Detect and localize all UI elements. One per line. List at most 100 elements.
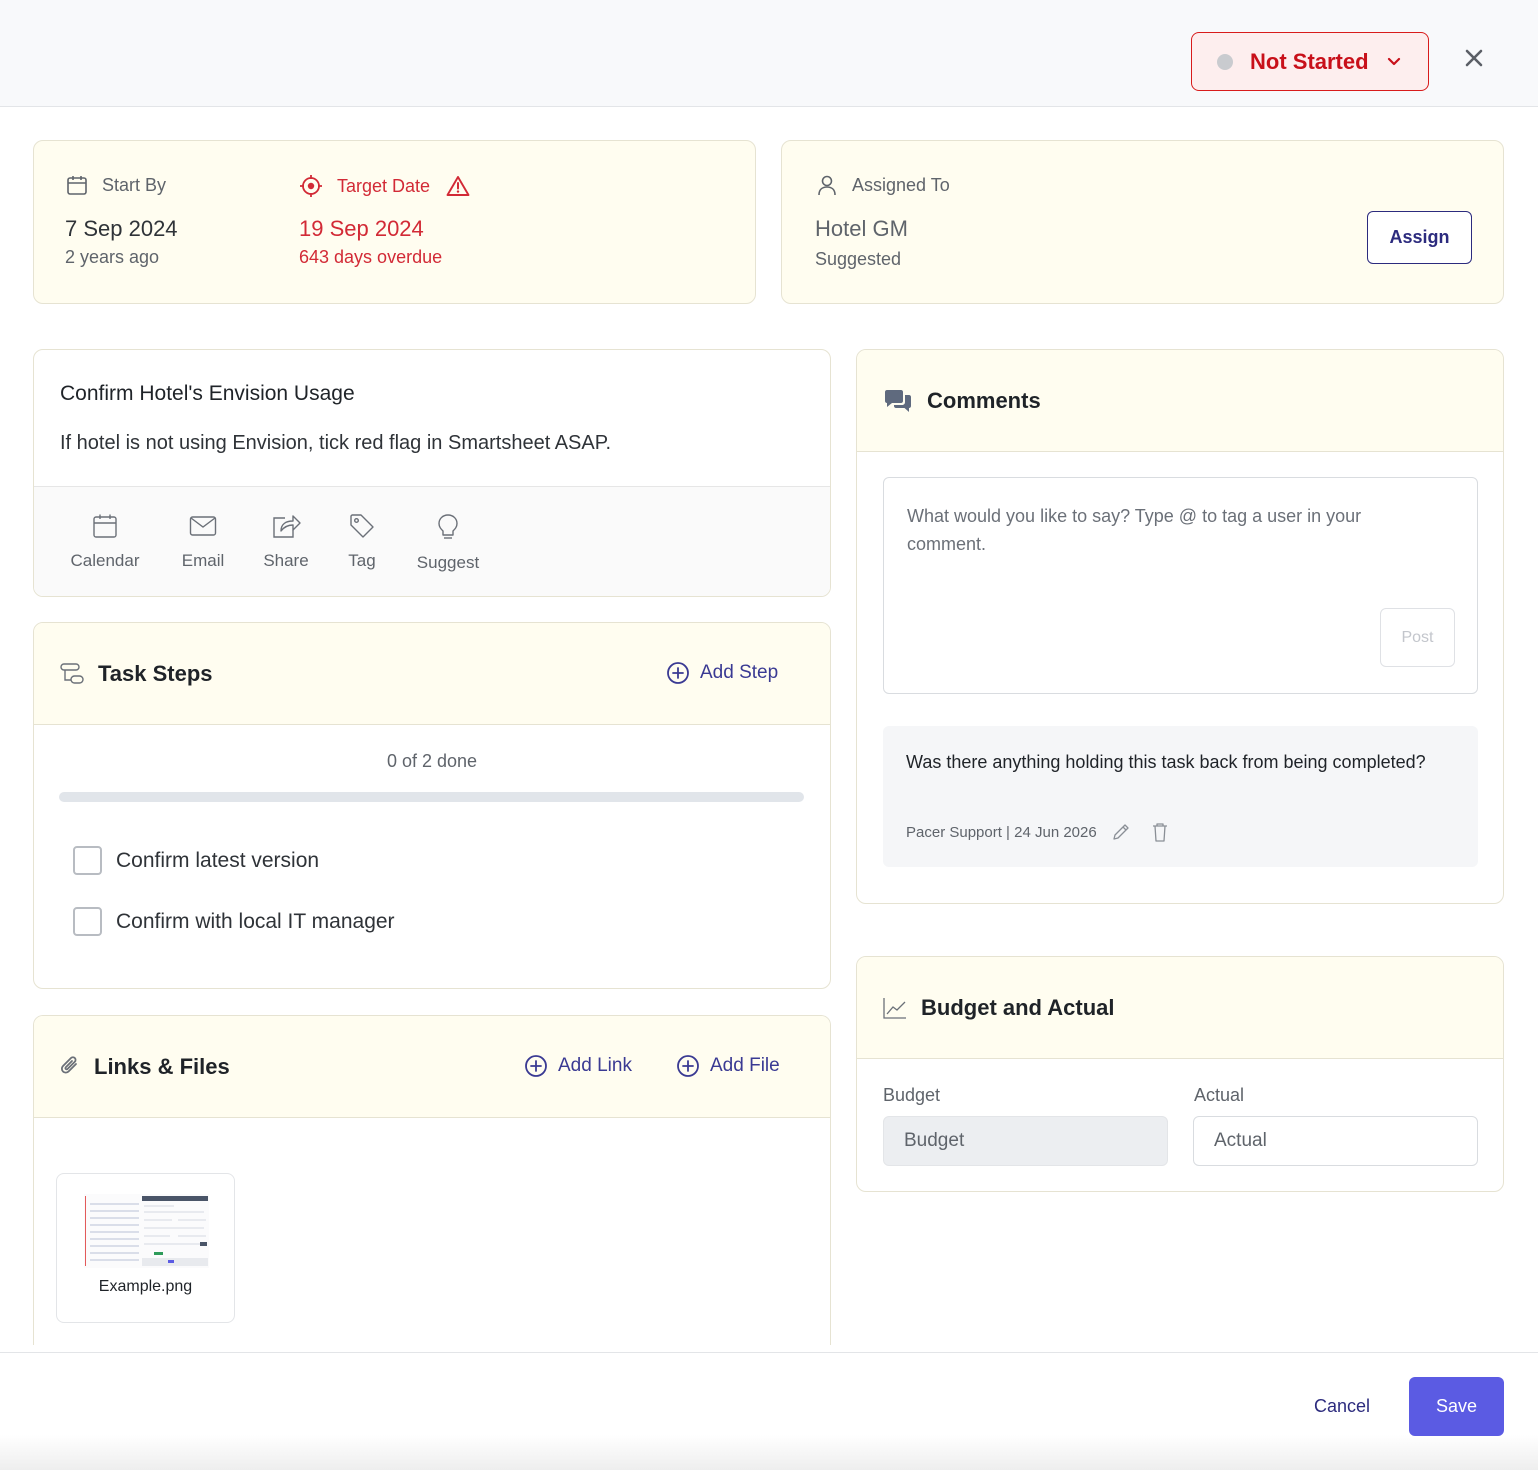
task-actions-bar: Calendar Email Share Tag Suggest (34, 486, 830, 596)
actual-input[interactable]: Actual (1193, 1116, 1478, 1166)
budget-card: Budget and Actual Budget Budget Actual A… (856, 956, 1504, 1192)
start-date-value: 7 Sep 2024 (65, 216, 178, 241)
comment-author-date: Pacer Support | 24 Jun 2026 (906, 823, 1097, 841)
target-icon (300, 175, 322, 197)
status-dot (1217, 53, 1233, 70)
budget-input: Budget (883, 1116, 1168, 1166)
modal-header: Not Started (0, 0, 1538, 107)
task-card: Confirm Hotel's Envision Usage If hotel … (33, 349, 831, 597)
email-action-label: Email (181, 551, 225, 570)
comment-text: Was there anything holding this task bac… (906, 752, 1426, 772)
share-icon (273, 515, 301, 538)
start-by-text: Start By (102, 174, 167, 195)
add-step-button[interactable]: Add Step (666, 661, 778, 685)
task-steps-title-text: Task Steps (98, 661, 213, 686)
edit-comment-button[interactable] (1111, 822, 1131, 842)
share-action-label: Share (263, 551, 309, 570)
comment-meta: Pacer Support | 24 Jun 2026 (906, 822, 1169, 842)
dates-card: Start By 7 Sep 2024 2 years ago Target D… (33, 140, 756, 304)
assigned-to-text: Assigned To (852, 174, 950, 195)
chart-line-icon (883, 998, 906, 1019)
save-button[interactable]: Save (1409, 1377, 1504, 1436)
add-file-label: Add File (710, 1055, 780, 1076)
assigned-card: Assigned To Hotel GM Suggested Assign (781, 140, 1504, 304)
budget-title: Budget and Actual (883, 995, 1115, 1021)
comments-icon (885, 390, 911, 412)
plus-circle-icon (667, 662, 689, 684)
start-by-label: Start By (66, 174, 166, 196)
links-files-title-text: Links & Files (94, 1054, 230, 1079)
links-files-header: Links & Files Add Link Add File (34, 1016, 830, 1118)
calendar-icon (67, 176, 87, 195)
comment-placeholder: What would you like to say? Type @ to ta… (907, 506, 1362, 554)
links-files-card: Links & Files Add Link Add File Example.… (33, 1015, 831, 1345)
comment-item: Was there anything holding this task bac… (883, 726, 1478, 867)
chevron-down-icon (1387, 57, 1400, 65)
file-thumbnail (84, 1194, 209, 1268)
comment-input[interactable]: What would you like to say? Type @ to ta… (883, 477, 1478, 694)
add-link-label: Add Link (558, 1055, 632, 1076)
steps-progress-bar (59, 792, 804, 802)
suggest-action[interactable]: Suggest (414, 513, 482, 573)
overdue-text: 643 days overdue (299, 247, 443, 267)
step-label: Confirm latest version (116, 848, 320, 872)
start-date-relative: 2 years ago (65, 247, 160, 267)
comments-title-text: Comments (927, 388, 1041, 413)
suggest-action-label: Suggest (416, 553, 480, 572)
target-date-value: 19 Sep 2024 (299, 216, 424, 241)
user-icon (818, 175, 836, 196)
step-label: Confirm with local IT manager (116, 909, 395, 933)
task-steps-header: Task Steps Add Step (34, 623, 830, 725)
warning-icon (446, 176, 470, 196)
add-link-button[interactable]: Add Link (524, 1054, 632, 1078)
tag-icon (350, 514, 374, 538)
file-name: Example.png (98, 1278, 193, 1295)
add-step-label: Add Step (700, 662, 779, 683)
status-dropdown[interactable]: Not Started (1191, 32, 1429, 91)
comments-header: Comments (857, 350, 1503, 452)
cancel-button[interactable]: Cancel (1294, 1387, 1390, 1425)
target-date-text: Target Date (337, 175, 431, 196)
post-button[interactable]: Post (1380, 608, 1455, 667)
plus-circle-icon (525, 1055, 547, 1077)
trash-icon (1152, 823, 1167, 842)
step-checkbox[interactable] (73, 846, 102, 875)
delete-comment-button[interactable] (1151, 822, 1169, 842)
calendar-icon (93, 514, 117, 538)
task-title: Confirm Hotel's Envision Usage (60, 382, 355, 405)
task-steps-title: Task Steps (60, 661, 213, 687)
links-files-title: Links & Files (60, 1054, 230, 1080)
status-label: Not Started (1250, 48, 1369, 74)
calendar-action-label: Calendar (70, 551, 140, 570)
modal-footer: Cancel Save (0, 1352, 1538, 1470)
actual-label: Actual (1194, 1085, 1245, 1105)
step-item[interactable]: Confirm latest version (73, 846, 319, 875)
add-file-button[interactable]: Add File (676, 1054, 780, 1078)
task-steps-card: Task Steps Add Step 0 of 2 done Confirm … (33, 622, 831, 989)
paperclip-icon (60, 1056, 77, 1074)
assign-button[interactable]: Assign (1367, 211, 1472, 264)
assignee-suggested: Suggested (815, 249, 902, 269)
step-checkbox[interactable] (73, 907, 102, 936)
close-icon[interactable] (1459, 43, 1489, 73)
budget-label: Budget (883, 1085, 941, 1105)
step-item[interactable]: Confirm with local IT manager (73, 907, 395, 936)
calendar-action[interactable]: Calendar (67, 513, 143, 571)
budget-title-text: Budget and Actual (921, 995, 1115, 1020)
comments-card: Comments What would you like to say? Typ… (856, 349, 1504, 904)
steps-icon (60, 663, 84, 684)
task-description: If hotel is not using Envision, tick red… (60, 432, 612, 454)
budget-header: Budget and Actual (857, 957, 1503, 1059)
target-date-label: Target Date (299, 174, 470, 198)
file-tile[interactable]: Example.png (56, 1173, 235, 1323)
comments-title: Comments (883, 388, 1041, 414)
tag-action-label: Tag (348, 551, 376, 570)
email-icon (189, 516, 217, 536)
share-action[interactable]: Share (261, 513, 311, 571)
email-action[interactable]: Email (179, 513, 227, 571)
assigned-to-label: Assigned To (816, 174, 950, 196)
pencil-icon (1113, 824, 1129, 840)
tag-action[interactable]: Tag (345, 513, 379, 571)
assignee-name: Hotel GM (815, 216, 908, 241)
lightbulb-icon (438, 514, 458, 539)
